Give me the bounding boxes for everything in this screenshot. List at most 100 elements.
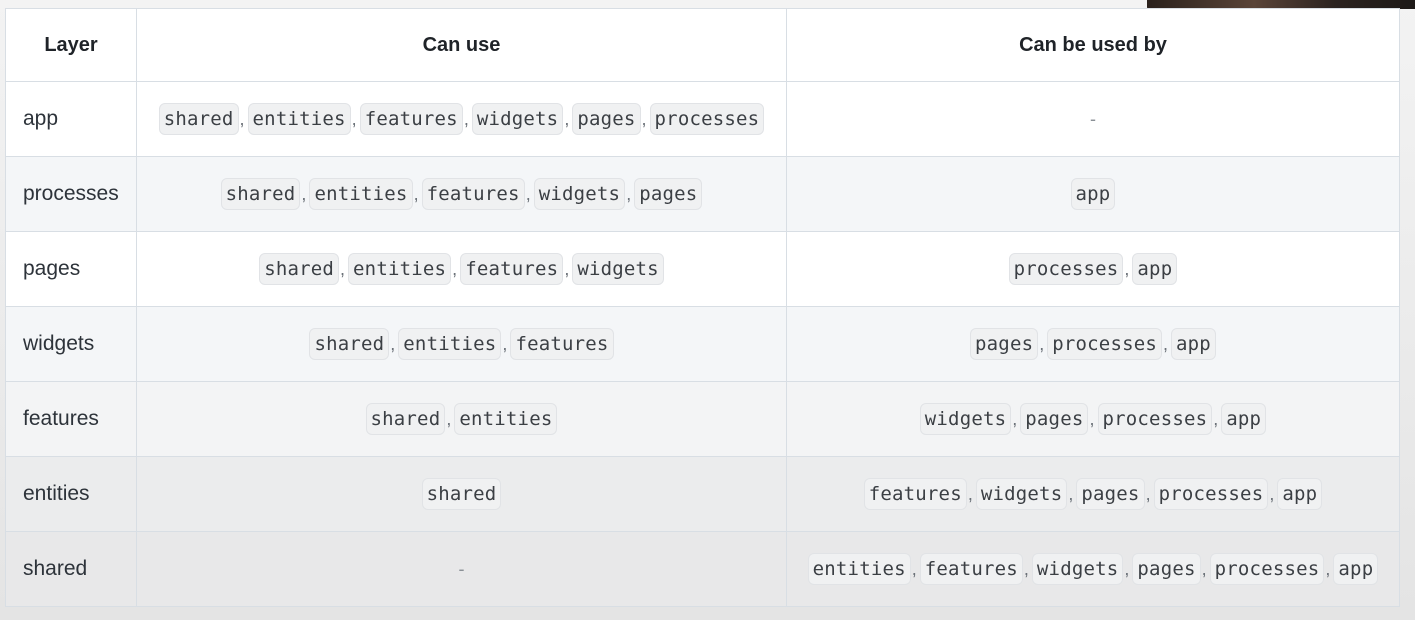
comma-separator: , bbox=[1201, 559, 1207, 579]
layer-code-chip: processes bbox=[1153, 478, 1269, 510]
comma-separator: , bbox=[1269, 484, 1275, 504]
comma-separator: , bbox=[911, 559, 917, 579]
table-row: pages shared, entities, features, widgets pro… bbox=[5, 231, 1400, 307]
page: Layer Can use Can be used by app shared, e… bbox=[0, 0, 1415, 620]
can-be-used-by-cell: processes, app bbox=[786, 231, 1400, 307]
layer-code-chip: widgets bbox=[533, 178, 626, 210]
comma-separator: , bbox=[1124, 559, 1130, 579]
comma-separator: , bbox=[446, 409, 452, 429]
layer-code-chip: widgets bbox=[471, 103, 564, 135]
comma-separator: , bbox=[502, 334, 508, 354]
table-row: app shared, entities, features, widgets, page… bbox=[5, 81, 1400, 157]
layer-code-chip: features bbox=[919, 553, 1023, 585]
layer-code-chip: features bbox=[510, 328, 614, 360]
layer-code-chip: shared bbox=[158, 103, 239, 135]
layer-code-chip: entities bbox=[348, 253, 452, 285]
can-be-used-by-cell: widgets, pages, processes, app bbox=[786, 381, 1400, 457]
layer-code-chip: app bbox=[1171, 328, 1216, 360]
layer-code-chip: entities bbox=[309, 178, 413, 210]
table-row: widgets shared, entities, features pages, pro… bbox=[5, 306, 1400, 382]
layer-code-chip: widgets bbox=[975, 478, 1068, 510]
empty-dash: - bbox=[1090, 108, 1096, 129]
comma-separator: , bbox=[1012, 409, 1018, 429]
layer-name-cell: pages bbox=[5, 231, 137, 307]
can-be-used-by-cell: - bbox=[786, 81, 1400, 157]
layer-code-chip: shared bbox=[309, 328, 390, 360]
layer-code-chip: entities bbox=[454, 403, 558, 435]
layer-code-chip: shared bbox=[220, 178, 301, 210]
layer-code-chip: app bbox=[1333, 553, 1379, 585]
layer-code-chip: entities bbox=[807, 553, 911, 585]
can-use-cell: - bbox=[136, 531, 787, 607]
header-can-be-used-by: Can be used by bbox=[786, 8, 1400, 82]
layer-code-chip: app bbox=[1277, 478, 1323, 510]
comma-separator: , bbox=[340, 259, 346, 279]
comma-separator: , bbox=[1023, 559, 1029, 579]
layer-code-chip: processes bbox=[1047, 328, 1163, 360]
layer-name-cell: app bbox=[5, 81, 137, 157]
comma-separator: , bbox=[1089, 409, 1095, 429]
comma-separator: , bbox=[626, 184, 632, 204]
comma-separator: , bbox=[239, 109, 245, 129]
layer-code-chip: app bbox=[1070, 178, 1116, 210]
comma-separator: , bbox=[1325, 559, 1331, 579]
comma-separator: , bbox=[390, 334, 396, 354]
table-row: shared - entities, features, widgets, pages, p… bbox=[5, 531, 1400, 607]
layer-code-chip: shared bbox=[259, 253, 340, 285]
layer-code-chip: features bbox=[863, 478, 967, 510]
comma-separator: , bbox=[967, 484, 973, 504]
can-use-cell: shared, entities bbox=[136, 381, 787, 457]
comma-separator: , bbox=[413, 184, 419, 204]
layer-code-chip: shared bbox=[365, 403, 446, 435]
can-use-cell: shared, entities, features, widgets bbox=[136, 231, 787, 307]
can-be-used-by-cell: app bbox=[786, 156, 1400, 232]
comma-separator: , bbox=[1163, 334, 1169, 354]
layer-name-cell: entities bbox=[5, 456, 137, 532]
comma-separator: , bbox=[1124, 259, 1130, 279]
comma-separator: , bbox=[1039, 334, 1045, 354]
comma-separator: , bbox=[525, 184, 531, 204]
table-row: entities shared features, widgets, pages, pro… bbox=[5, 456, 1400, 532]
can-use-cell: shared, entities, features, widgets, pages, p… bbox=[136, 81, 787, 157]
layer-code-chip: pages bbox=[1020, 403, 1089, 435]
layer-name-cell: widgets bbox=[5, 306, 137, 382]
layer-code-chip: processes bbox=[1097, 403, 1213, 435]
layer-code-chip: pages bbox=[970, 328, 1039, 360]
comma-separator: , bbox=[564, 259, 570, 279]
header-can-use: Can use bbox=[136, 8, 787, 82]
layer-dependency-table: Layer Can use Can be used by app shared, e… bbox=[5, 8, 1400, 607]
layer-name-cell: features bbox=[5, 381, 137, 457]
layer-code-chip: app bbox=[1132, 253, 1178, 285]
layer-name-cell: shared bbox=[5, 531, 137, 607]
can-use-cell: shared bbox=[136, 456, 787, 532]
layer-code-chip: processes bbox=[1209, 553, 1325, 585]
layer-code-chip: processes bbox=[1008, 253, 1124, 285]
comma-separator: , bbox=[1213, 409, 1219, 429]
layer-code-chip: widgets bbox=[1031, 553, 1124, 585]
can-use-cell: shared, entities, features bbox=[136, 306, 787, 382]
can-be-used-by-cell: features, widgets, pages, processes, app bbox=[786, 456, 1400, 532]
layer-code-chip: app bbox=[1221, 403, 1267, 435]
comma-separator: , bbox=[463, 109, 469, 129]
layer-code-chip: widgets bbox=[919, 403, 1012, 435]
layer-code-chip: pages bbox=[1076, 478, 1145, 510]
comma-separator: , bbox=[1145, 484, 1151, 504]
layer-code-chip: widgets bbox=[572, 253, 664, 285]
table-row: features shared, entities widgets, pages, pro… bbox=[5, 381, 1400, 457]
layer-code-chip: processes bbox=[649, 103, 765, 135]
can-use-cell: shared, entities, features, widgets, pages bbox=[136, 156, 787, 232]
layer-code-chip: pages bbox=[1132, 553, 1201, 585]
comma-separator: , bbox=[351, 109, 357, 129]
layer-code-chip: features bbox=[359, 103, 463, 135]
layer-code-chip: shared bbox=[421, 478, 502, 510]
can-be-used-by-cell: entities, features, widgets, pages, processe… bbox=[786, 531, 1400, 607]
layer-code-chip: features bbox=[460, 253, 564, 285]
comma-separator: , bbox=[452, 259, 458, 279]
comma-separator: , bbox=[301, 184, 307, 204]
layer-code-chip: features bbox=[421, 178, 525, 210]
comma-separator: , bbox=[1068, 484, 1074, 504]
comma-separator: , bbox=[564, 109, 570, 129]
layer-name-cell: processes bbox=[5, 156, 137, 232]
layer-code-chip: entities bbox=[247, 103, 351, 135]
layer-code-chip: entities bbox=[398, 328, 502, 360]
